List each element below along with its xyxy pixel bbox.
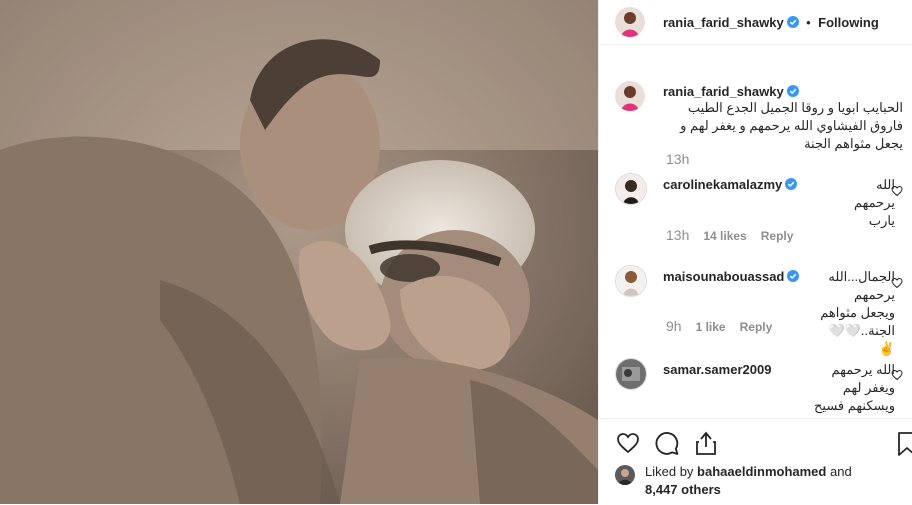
caption-time[interactable]: 13h: [666, 151, 689, 167]
reply-button[interactable]: Reply: [761, 229, 794, 243]
liker-avatar[interactable]: [615, 465, 635, 485]
heart-icon[interactable]: [615, 431, 641, 455]
comment-text: الله يرحمهم يارب: [854, 177, 895, 228]
header-separator: •: [806, 15, 811, 30]
post-header: rania_farid_shawky • Following: [599, 0, 912, 45]
caption-meta: 13h: [666, 151, 689, 167]
caption-username[interactable]: rania_farid_shawky: [663, 84, 784, 99]
liked-by-prefix: Liked by: [645, 464, 694, 479]
following-button[interactable]: Following: [818, 15, 879, 30]
author-username[interactable]: rania_farid_shawky: [663, 15, 784, 30]
caption: rania_farid_shawky الحبايب ابويا و روقا …: [663, 83, 903, 151]
author-avatar[interactable]: [615, 7, 645, 37]
post-side-panel: rania_farid_shawky • Following rania_far…: [598, 0, 912, 504]
comment-icon[interactable]: [655, 431, 680, 456]
bookmark-icon[interactable]: [896, 431, 912, 457]
comment-meta: 13h 14 likes Reply: [666, 227, 793, 243]
comment-text: الله يرحمهم ويغفر لهم ويسكنهم فسيح جناته: [814, 362, 895, 418]
comment-meta: 9h 1 like Reply: [666, 318, 772, 334]
caption-text: الحبايب ابويا و روقا الجميل الجدع الطيب …: [680, 100, 903, 151]
liked-by-summary: Liked by bahaaeldinmohamed and 8,447 oth…: [645, 463, 852, 499]
comment-time[interactable]: 13h: [666, 227, 689, 243]
comment-like-heart-icon[interactable]: [891, 185, 903, 197]
comment-likes[interactable]: 1 like: [696, 320, 726, 334]
commenter-avatar[interactable]: [615, 265, 647, 297]
caption-avatar[interactable]: [615, 81, 645, 111]
comments-list[interactable]: rania_farid_shawky الحبايب ابويا و روقا …: [599, 45, 912, 418]
liked-by-and: and: [829, 464, 852, 479]
comment-time[interactable]: 9h: [666, 318, 682, 334]
share-icon[interactable]: [695, 430, 717, 456]
post-photo[interactable]: [0, 0, 598, 504]
comment-likes[interactable]: 14 likes: [703, 229, 746, 243]
comment-text: الجمال...الله يرحمهم ويجعل مثواهم الجنة.…: [820, 269, 895, 356]
commenter-avatar[interactable]: [615, 173, 647, 205]
liked-by-others[interactable]: 8,447 others: [645, 482, 721, 497]
comment-like-heart-icon[interactable]: [891, 277, 903, 289]
comment-like-heart-icon[interactable]: [891, 369, 903, 381]
liked-by-user[interactable]: bahaaeldinmohamed: [697, 464, 826, 479]
verified-badge-icon: [786, 16, 799, 28]
verified-badge-icon: [786, 85, 799, 97]
vintage-photo-image: [0, 0, 598, 504]
commenter-avatar[interactable]: [615, 358, 647, 390]
reply-button[interactable]: Reply: [740, 320, 773, 334]
